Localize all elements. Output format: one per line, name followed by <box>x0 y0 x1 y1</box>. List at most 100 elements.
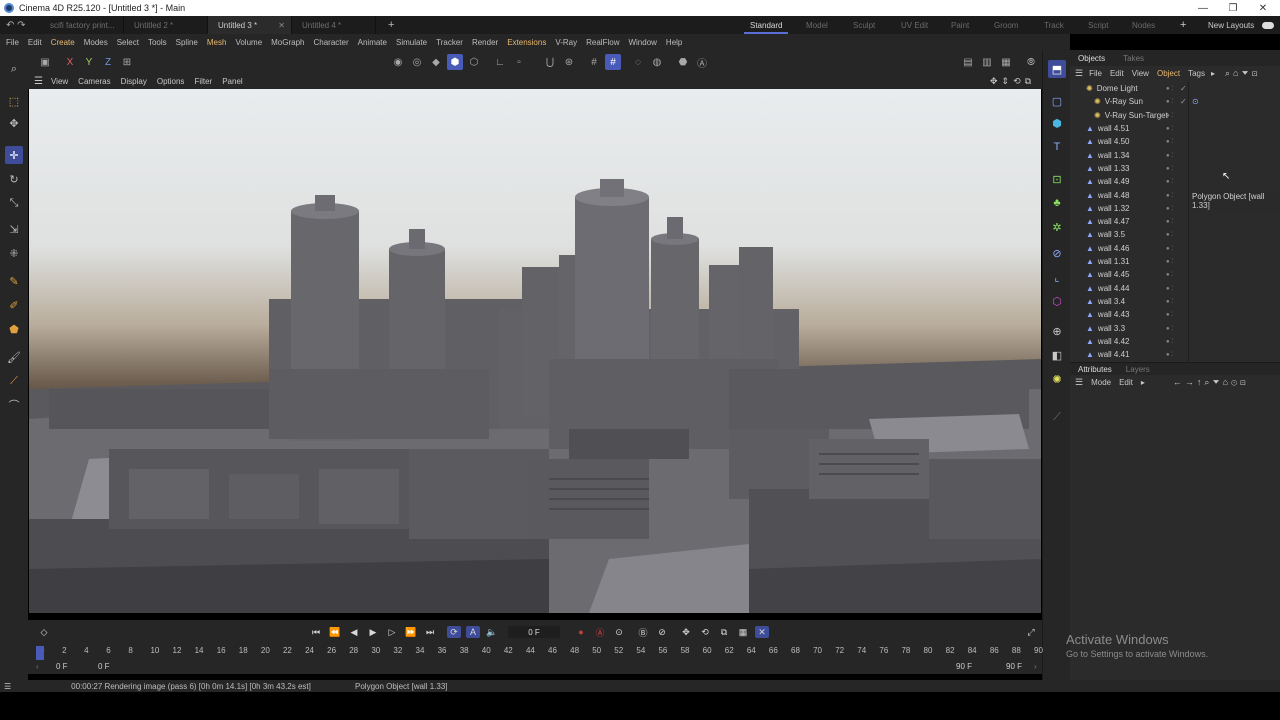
attrmenu-mode[interactable]: Mode <box>1091 378 1111 387</box>
coordinate-system-icon[interactable]: ⊞ <box>119 54 135 70</box>
objmenu-toolbar-icons[interactable]: ⌕⌂⏷⊡ <box>1225 68 1260 79</box>
previous-frame-button[interactable]: ◀ <box>347 626 361 638</box>
axis-mode-icon[interactable]: ∟ <box>492 54 508 70</box>
object-list-item[interactable]: ▲ wall 3.5 ● ⁚ <box>1070 228 1280 241</box>
layout-toggle-switch[interactable] <box>1262 16 1274 34</box>
objmenu-file[interactable]: File <box>1089 69 1102 78</box>
key-param-icon[interactable]: ⟲ <box>698 626 712 638</box>
object-list-item[interactable]: ▲ wall 3.4 ● ⁚ <box>1070 295 1280 308</box>
deformer-icon[interactable]: ✲ <box>1048 218 1066 236</box>
light-icon[interactable]: ✺ <box>1048 370 1066 388</box>
visibility-dots-icon[interactable]: ● ⁚ <box>1166 325 1173 332</box>
visibility-dots-icon[interactable]: ● ⁚ <box>1166 138 1173 145</box>
range-end-field-2[interactable]: 90 F <box>1006 662 1022 671</box>
placement-tool-icon[interactable]: ⁜ <box>5 244 23 262</box>
menu-tracker[interactable]: Tracker <box>436 38 463 47</box>
attrmenu-more-icon[interactable]: ▸ <box>1141 378 1145 387</box>
command-search-icon[interactable]: ⌕ <box>5 60 23 78</box>
maximize-button[interactable]: ❐ <box>1218 0 1248 16</box>
points-mode-icon[interactable]: ◉ <box>390 54 406 70</box>
menu-modes[interactable]: Modes <box>84 38 108 47</box>
object-list-item[interactable]: ✺ Dome Light ● ⁚ ✓ <box>1070 82 1280 95</box>
previous-key-button[interactable]: ⏪ <box>328 626 342 638</box>
cube-object-icon[interactable]: ⬢ <box>1048 114 1066 132</box>
object-manager-hamburger-icon[interactable]: ☰ <box>1075 68 1083 79</box>
snap-magnet-icon[interactable]: ⋃ <box>542 54 558 70</box>
transfer-tool-icon[interactable]: ⇲ <box>5 220 23 238</box>
autokey-record-icon[interactable]: Ⓐ <box>593 626 607 638</box>
range-left-arrow[interactable]: ‹ <box>36 662 39 671</box>
attribute-nav-icons[interactable]: ←→↑⌕⏷⌂⊙⊡ <box>1173 377 1249 388</box>
visibility-dots-icon[interactable]: ● ⁚ <box>1166 351 1173 358</box>
autokey-icon[interactable]: Ⓐ <box>694 54 710 70</box>
key-scale-icon[interactable]: ✥ <box>679 626 693 638</box>
objmenu-tags[interactable]: Tags <box>1188 69 1205 78</box>
object-list-item[interactable]: ▲ wall 4.49 ● ⁚ <box>1070 175 1280 188</box>
field-icon[interactable]: ⊘ <box>1048 244 1066 262</box>
playback-rate-button[interactable]: A <box>466 626 480 638</box>
lock-x-axis-button[interactable]: X <box>62 54 78 70</box>
layout-tab-nodes[interactable]: Nodes <box>1132 16 1155 34</box>
visibility-dots-icon[interactable]: ● ⁚ <box>1166 285 1173 292</box>
timeline-expand-icon[interactable]: ⤢ <box>1024 626 1038 638</box>
viewport-menu-options[interactable]: Options <box>157 77 185 86</box>
play-button[interactable]: ▶ <box>366 626 380 638</box>
range-right-arrow[interactable]: › <box>1034 662 1037 671</box>
timeline-ruler[interactable]: 0246810121416182022242628303234363840424… <box>28 644 1043 660</box>
minimize-button[interactable]: — <box>1188 0 1218 16</box>
edges-mode-icon[interactable]: ◎ <box>409 54 425 70</box>
lock-y-axis-button[interactable]: Y <box>81 54 97 70</box>
object-list-item[interactable]: ▲ wall 4.44 ● ⁚ <box>1070 282 1280 295</box>
layout-tab-paint[interactable]: Paint <box>951 16 969 34</box>
objmenu-more-icon[interactable]: ▸ <box>1211 69 1215 78</box>
rotate-tool-icon[interactable]: ↻ <box>5 170 23 188</box>
new-layouts-dropdown[interactable]: New Layouts <box>1208 16 1254 34</box>
visibility-dots-icon[interactable]: ● ⁚ <box>1166 85 1173 92</box>
visibility-dots-icon[interactable]: ● ⁚ <box>1166 125 1173 132</box>
search-commands-icon[interactable]: ⦾ <box>1023 54 1039 70</box>
knife-tool-icon[interactable]: ⟋ <box>5 372 23 390</box>
visibility-dots-icon[interactable]: ● ⁚ <box>1166 311 1173 318</box>
render-view-icon[interactable]: ▤ <box>960 54 976 70</box>
close-tab-icon[interactable]: ✕ <box>278 21 285 30</box>
menu-mesh[interactable]: Mesh <box>207 38 227 47</box>
objmenu-object[interactable]: Object <box>1157 69 1180 78</box>
render-picture-viewer-icon[interactable]: ▥ <box>979 54 995 70</box>
object-list-item[interactable]: ▲ wall 3.3 ● ⁚ <box>1070 321 1280 334</box>
layout-tab-script[interactable]: Script <box>1088 16 1108 34</box>
object-list-item[interactable]: ▲ wall 1.31 ● ⁚ <box>1070 255 1280 268</box>
doc-tab-scifi[interactable]: scifi factory print... <box>40 16 124 34</box>
key-rotation-icon[interactable]: ⊘ <box>655 626 669 638</box>
viewport-navigation-icons[interactable]: ✥⇕⟲⧉ <box>990 76 1035 87</box>
object-list-item[interactable]: ▲ wall 4.45 ● ⁚ <box>1070 268 1280 281</box>
attrmenu-edit[interactable]: Edit <box>1119 378 1133 387</box>
menu-vray[interactable]: V-Ray <box>555 38 577 47</box>
object-list-item[interactable]: ▲ wall 4.50 ● ⁚ <box>1070 135 1280 148</box>
visibility-dots-icon[interactable]: ● ⁚ <box>1166 152 1173 159</box>
close-button[interactable]: ✕ <box>1248 0 1278 16</box>
quantize-grid-icon[interactable]: # <box>605 54 621 70</box>
tab-layers[interactable]: Layers <box>1126 365 1150 374</box>
menu-help[interactable]: Help <box>666 38 682 47</box>
live-selection-icon[interactable]: ⬚ <box>5 92 23 110</box>
key-pla-icon[interactable]: ⧉ <box>717 626 731 638</box>
menu-select[interactable]: Select <box>117 38 139 47</box>
menu-spline[interactable]: Spline <box>176 38 198 47</box>
key-selection-icon[interactable]: ⊙ <box>612 626 626 638</box>
spline-object-icon[interactable]: ⌞ <box>1048 268 1066 286</box>
brush-tool-icon[interactable]: 🖌 <box>5 348 23 366</box>
menu-create[interactable]: Create <box>51 38 75 47</box>
visibility-dots-icon[interactable]: ● ⁚ <box>1166 205 1173 212</box>
object-list-item[interactable]: ▲ wall 1.33 ● ⁚ <box>1070 162 1280 175</box>
layout-tab-groom[interactable]: Groom <box>994 16 1018 34</box>
layout-tab-uv-edit[interactable]: UV Edit <box>901 16 928 34</box>
uv-mode-icon[interactable]: ⬡ <box>466 54 482 70</box>
tab-attributes[interactable]: Attributes <box>1078 365 1112 374</box>
menu-extensions[interactable]: Extensions <box>507 38 546 47</box>
visibility-dots-icon[interactable]: ● ⁚ <box>1166 165 1173 172</box>
loop-button[interactable]: ⟳ <box>447 626 461 638</box>
visibility-dots-icon[interactable]: ● ⁚ <box>1166 231 1173 238</box>
next-frame-button[interactable]: ▷ <box>385 626 399 638</box>
key-position-icon[interactable]: Ⓑ <box>636 626 650 638</box>
move-tool-icon[interactable]: ✛ <box>5 146 23 164</box>
